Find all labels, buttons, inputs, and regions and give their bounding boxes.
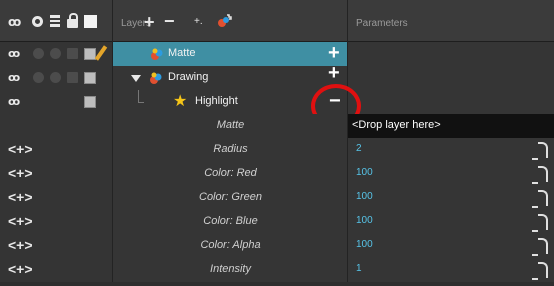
function-curve-icon[interactable] [532,166,548,184]
layer-row-matte[interactable]: ꝏ Matte + [0,42,554,66]
param-row-matte[interactable]: Matte <Drop layer here> [0,114,554,138]
drop-layer-field[interactable]: <Drop layer here> [348,114,554,138]
function-curve-icon[interactable] [532,262,548,280]
layers-stack-icon[interactable] [50,15,60,27]
header-parameters: Parameters [348,0,554,42]
param-name-cell: Color: Green [113,186,348,210]
onion-skin-toggle[interactable] [33,48,44,59]
param-left-cell: <+> [0,258,113,282]
param-name-cell: Color: Alpha [113,234,348,258]
param-value-cell[interactable]: 100 [348,162,554,186]
param-value-cell[interactable]: 100 [348,234,554,258]
param-row-intensity[interactable]: <+> Intensity 1 [0,258,554,282]
param-value[interactable]: 2 [356,143,362,154]
function-curve-icon[interactable] [532,142,548,160]
color-swatch-icon[interactable] [84,15,97,28]
param-name-cell: Color: Blue [113,210,348,234]
visibility-eye-icon[interactable]: ꝏ [8,47,20,60]
layer-name: Matte [168,47,196,59]
effect-icon [150,72,162,84]
add-peg-button[interactable]: +. [194,16,203,27]
param-value-cell[interactable]: 2 [348,138,554,162]
param-value-cell[interactable]: <Drop layer here> [348,114,554,138]
visibility-eye-icon[interactable]: ꝏ [8,71,20,84]
navigate-arrows-icon[interactable]: <+> [8,261,33,277]
header-bar: ꝏ Layers + − +. Parameters [0,0,554,42]
show-all-eye-icon[interactable]: ꝏ [8,15,21,29]
layer-color-swatch[interactable] [84,96,96,108]
layer-row-highlight[interactable]: ꝏ ★ Highlight − [0,90,554,114]
param-value[interactable]: 100 [356,191,373,202]
param-row-radius[interactable]: <+> Radius 2 [0,138,554,162]
expand-button[interactable]: + [328,62,340,85]
param-name: Radius [213,143,248,155]
param-name-cell: Color: Red [113,162,348,186]
navigate-arrows-icon[interactable]: <+> [8,237,33,253]
param-left-cell: <+> [0,162,113,186]
navigate-arrows-icon[interactable]: <+> [8,213,33,229]
layer-toggles: ꝏ [0,66,113,90]
effect-icon [151,48,163,60]
param-value[interactable]: 100 [356,239,373,250]
tree-connector [138,90,144,103]
param-value[interactable]: 100 [356,167,373,178]
pencil-icon [94,45,108,61]
param-left-cell [0,114,113,138]
param-name: Matte [216,119,245,131]
param-value-cell[interactable]: 100 [348,210,554,234]
navigate-arrows-icon[interactable]: <+> [8,141,33,157]
param-row-color-green[interactable]: <+> Color: Green 100 [0,186,554,210]
parameters-header-label: Parameters [356,18,408,29]
function-curve-icon[interactable] [532,238,548,256]
param-name: Color: Alpha [200,239,261,251]
param-value[interactable]: 1 [356,263,362,274]
navigate-arrows-icon[interactable]: <+> [8,165,33,181]
stack-toggle[interactable] [50,48,61,59]
param-name: Color: Red [204,167,257,179]
layer-row-drawing[interactable]: ꝏ Drawing + [0,62,554,90]
layer-name-cell[interactable]: Drawing [113,66,348,90]
param-value[interactable]: 100 [356,215,373,226]
parameter-empty-cell [348,66,554,90]
layer-name: Drawing [168,71,209,83]
parameter-empty-cell [348,90,554,114]
layer-toggles: ꝏ [0,90,113,114]
onion-skin-icon[interactable] [32,16,43,27]
param-name: Color: Blue [203,215,258,227]
header-toggle-icons: ꝏ [0,0,113,42]
lock-toggle[interactable] [67,72,78,83]
star-icon: ★ [173,93,188,110]
add-effect-icon[interactable] [216,14,232,28]
param-value-cell[interactable]: 100 [348,186,554,210]
function-curve-icon[interactable] [532,190,548,208]
layer-name: Highlight [195,95,238,107]
param-value-cell[interactable]: 1 [348,258,554,282]
visibility-eye-icon[interactable]: ꝏ [8,95,20,108]
layer-toggles: ꝏ [0,42,113,66]
stack-toggle[interactable] [50,72,61,83]
parameter-empty-cell [348,42,554,66]
layer-name-cell[interactable]: Matte [113,42,348,66]
collapse-triangle-icon[interactable] [131,75,141,82]
param-name: Intensity [210,263,251,275]
lock-toggle[interactable] [67,48,78,59]
param-name-cell: Matte [113,114,348,138]
param-left-cell: <+> [0,234,113,258]
add-layer-button[interactable]: + [144,12,155,33]
layer-color-swatch[interactable] [84,72,96,84]
navigate-arrows-icon[interactable]: <+> [8,189,33,205]
remove-layer-button[interactable]: − [164,11,175,32]
param-name: Color: Green [199,191,262,203]
param-left-cell: <+> [0,138,113,162]
onion-skin-toggle[interactable] [33,72,44,83]
param-left-cell: <+> [0,186,113,210]
param-name-cell: Intensity [113,258,348,282]
param-name-cell: Radius [113,138,348,162]
param-row-color-alpha[interactable]: <+> Color: Alpha 100 [0,234,554,258]
param-row-color-red[interactable]: <+> Color: Red 100 [0,162,554,186]
function-curve-icon[interactable] [532,214,548,232]
param-row-color-blue[interactable]: <+> Color: Blue 100 [0,210,554,234]
lock-icon[interactable] [67,13,78,28]
param-left-cell: <+> [0,210,113,234]
